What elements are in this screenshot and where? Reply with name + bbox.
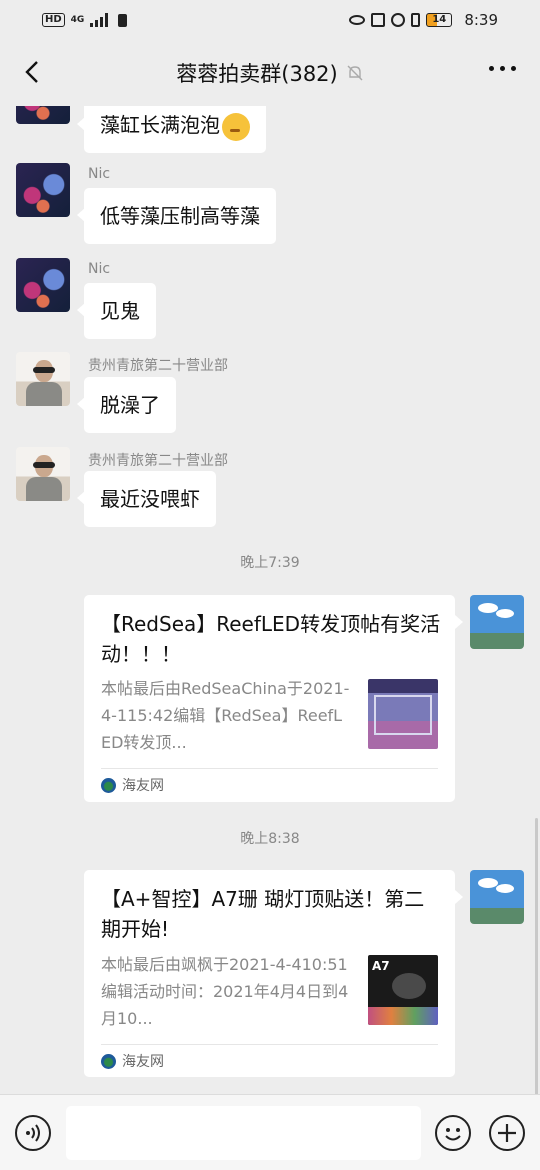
card-source-name: 海友网: [122, 778, 164, 794]
sender-name: 贵州青旅第二十营业部: [88, 453, 228, 469]
card-source: 海友网: [101, 775, 164, 795]
input-bar: [0, 1094, 540, 1170]
link-card[interactable]: 【A+智控】A7珊 瑚灯顶贴送！第二期开始! 本帖最后由飒枫于2021-4-41…: [84, 870, 463, 1077]
more-options-icon[interactable]: [489, 66, 516, 71]
vibrate-icon: [411, 13, 421, 27]
voice-input-icon[interactable]: [15, 1115, 51, 1151]
voice-wave-icon: [26, 1124, 40, 1142]
sim-icon: [118, 13, 128, 27]
timestamp: 晚上8:38: [240, 831, 300, 847]
avatar[interactable]: [16, 352, 70, 406]
message-text: 见鬼: [100, 299, 140, 323]
link-card[interactable]: 【RedSea】ReefLED转发顶帖有奖活动！！！ 本帖最后由RedSeaCh…: [84, 595, 463, 802]
sender-name: 贵州青旅第二十营业部: [88, 358, 228, 374]
message-bubble[interactable]: 低等藻压制高等藻: [77, 188, 276, 244]
message-text: 藻缸长满泡泡: [100, 113, 220, 137]
mute-bell-icon: [347, 65, 363, 81]
status-bar: HD 4G 14 8:39: [0, 0, 540, 40]
avatar[interactable]: [16, 106, 70, 124]
chat-title: 蓉蓉拍卖群(382): [176, 62, 338, 86]
hd-indicator: HD: [42, 13, 65, 27]
signal-icon: [90, 13, 109, 27]
plus-icon: [498, 1124, 516, 1142]
nav-bar: 蓉蓉拍卖群(382): [0, 40, 540, 106]
chat-area[interactable]: 藻缸长满泡泡 Nic 低等藻压制高等藻 Nic 见鬼 贵州青旅第二十营业部 脱澡…: [0, 106, 540, 1094]
emoji-button-icon[interactable]: [435, 1115, 471, 1151]
card-thumbnail: A7: [368, 955, 438, 1025]
card-source: 海友网: [101, 1051, 164, 1071]
timestamp: 晚上7:39: [240, 555, 300, 571]
message-bubble[interactable]: 最近没喂虾: [77, 471, 216, 527]
alarm-icon: [391, 13, 406, 27]
message-text: 低等藻压制高等藻: [100, 204, 260, 228]
chat-title-container: 蓉蓉拍卖群(382): [176, 58, 363, 88]
battery-icon: 14: [426, 13, 453, 27]
card-description: 本帖最后由飒枫于2021-4-410:51编辑活动时间：2021年4月4日到4月…: [101, 955, 349, 1028]
message-bubble[interactable]: 藻缸长满泡泡: [77, 106, 266, 153]
back-arrow-icon[interactable]: [18, 57, 48, 87]
card-source-name: 海友网: [122, 1054, 164, 1070]
avatar[interactable]: [16, 447, 70, 501]
status-left: HD 4G: [42, 13, 128, 27]
message-text: 最近没喂虾: [100, 487, 200, 511]
sender-name: Nic: [88, 166, 111, 182]
card-title: 【RedSea】ReefLED转发顶帖有奖活动！！！: [101, 612, 441, 666]
message-input[interactable]: [66, 1106, 421, 1160]
status-right: 14 8:39: [349, 11, 498, 29]
message-bubble[interactable]: 见鬼: [77, 283, 156, 339]
my-avatar[interactable]: [470, 595, 524, 649]
card-thumbnail: [368, 679, 438, 749]
network-type: 4G: [70, 15, 85, 25]
avatar[interactable]: [16, 258, 70, 312]
scrollbar[interactable]: [535, 818, 538, 1094]
card-title: 【A+智控】A7珊 瑚灯顶贴送！第二期开始!: [101, 887, 425, 941]
avatar[interactable]: [16, 163, 70, 217]
my-avatar[interactable]: [470, 870, 524, 924]
plus-button-icon[interactable]: [489, 1115, 525, 1151]
eye-icon: [349, 15, 366, 25]
face-emoji-icon: [222, 112, 250, 141]
thumbnail-label: A7: [372, 959, 390, 973]
nfc-icon: [371, 13, 386, 27]
battery-level: 14: [432, 14, 447, 25]
card-divider: [101, 768, 438, 769]
source-logo-icon: [101, 777, 116, 793]
clock: 8:39: [464, 11, 498, 29]
message-text: 脱澡了: [100, 393, 160, 417]
card-description: 本帖最后由RedSeaChina于2021-4-115:42编辑【RedSea】…: [101, 679, 350, 752]
source-logo-icon: [101, 1053, 116, 1069]
card-divider: [101, 1044, 438, 1045]
sender-name: Nic: [88, 261, 111, 277]
smiley-icon: [445, 1128, 461, 1141]
message-bubble[interactable]: 脱澡了: [77, 377, 176, 433]
